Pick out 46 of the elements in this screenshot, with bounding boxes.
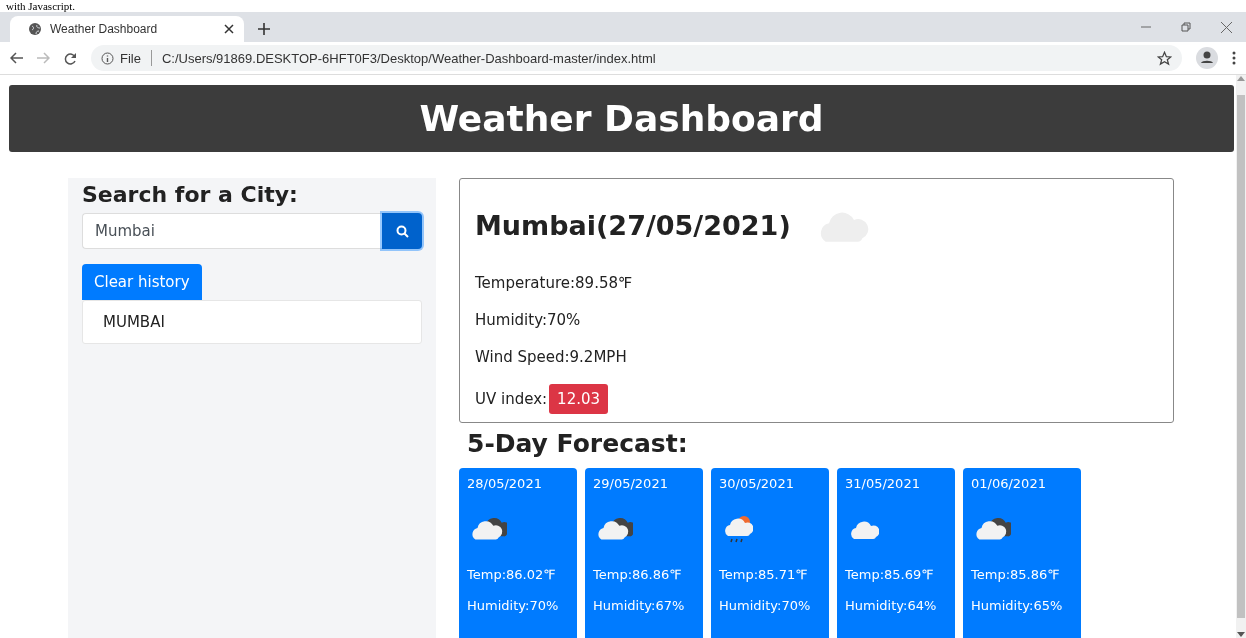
city-date-title: Mumbai(27/05/2021) <box>475 209 791 241</box>
page-title: Weather Dashboard <box>9 85 1234 152</box>
history-item[interactable]: MUMBAI <box>82 300 422 344</box>
forecast-humidity: Humidity:65% <box>971 598 1064 613</box>
menu-icon[interactable] <box>1232 51 1236 65</box>
scrollbar-thumb[interactable] <box>1237 95 1245 618</box>
forecast-date: 31/05/2021 <box>845 476 921 491</box>
uv-index-badge: 12.03 <box>549 384 609 414</box>
browser-tab[interactable]: Weather Dashboard <box>10 16 244 42</box>
wind-speed-text: Wind Speed:9.2MPH <box>475 347 628 367</box>
forecast-temp: Temp:85.71℉ <box>719 567 809 582</box>
forecast-date: 01/06/2021 <box>971 476 1047 491</box>
restore-icon[interactable] <box>1181 22 1191 32</box>
forecast-humidity: Humidity:64% <box>845 598 938 613</box>
search-icon <box>395 224 409 238</box>
new-tab-icon[interactable] <box>258 23 270 35</box>
tab-title: Weather Dashboard <box>50 22 159 36</box>
forecast-humidity: Humidity:70% <box>719 598 812 613</box>
info-icon[interactable] <box>101 51 114 65</box>
close-icon[interactable] <box>224 24 234 34</box>
forecast-humidity: Humidity:67% <box>593 598 686 613</box>
city-input-field[interactable]: Mumbai <box>82 213 382 249</box>
profile-icon[interactable] <box>1196 47 1218 69</box>
search-button[interactable] <box>382 213 422 249</box>
search-heading: Search for a City: <box>82 182 299 207</box>
forecast-temp: Temp:85.69℉ <box>845 567 935 582</box>
forecast-date: 29/05/2021 <box>593 476 669 491</box>
temperature-text: Temperature:89.58℉ <box>475 273 634 293</box>
clear-history-button[interactable]: Clear history <box>82 264 202 300</box>
uv-index-label: UV index: <box>475 390 548 408</box>
forecast-temp: Temp:86.02℉ <box>467 567 557 582</box>
url-scheme: File <box>120 50 141 66</box>
globe-icon <box>28 22 42 36</box>
caption-text: with Javascript. <box>5 0 77 12</box>
url-text[interactable]: C:/Users/91869.DESKTOP-6HFT0F3/Desktop/Weather-Dashboard-master/index.html <box>161 50 656 66</box>
forecast-temp: Temp:86.86℉ <box>593 567 683 582</box>
forecast-date: 30/05/2021 <box>719 476 795 491</box>
reload-icon[interactable] <box>64 51 77 65</box>
forecast-date: 28/05/2021 <box>467 476 543 491</box>
forecast-humidity: Humidity:70% <box>467 598 560 613</box>
humidity-text: Humidity:70% <box>475 310 582 330</box>
forecast-temp: Temp:85.86℉ <box>971 567 1061 582</box>
forecast-heading: 5-Day Forecast: <box>467 429 689 458</box>
scroll-down-icon[interactable] <box>1237 632 1245 638</box>
star-icon[interactable] <box>1157 50 1172 66</box>
back-arrow-icon[interactable] <box>10 52 23 64</box>
